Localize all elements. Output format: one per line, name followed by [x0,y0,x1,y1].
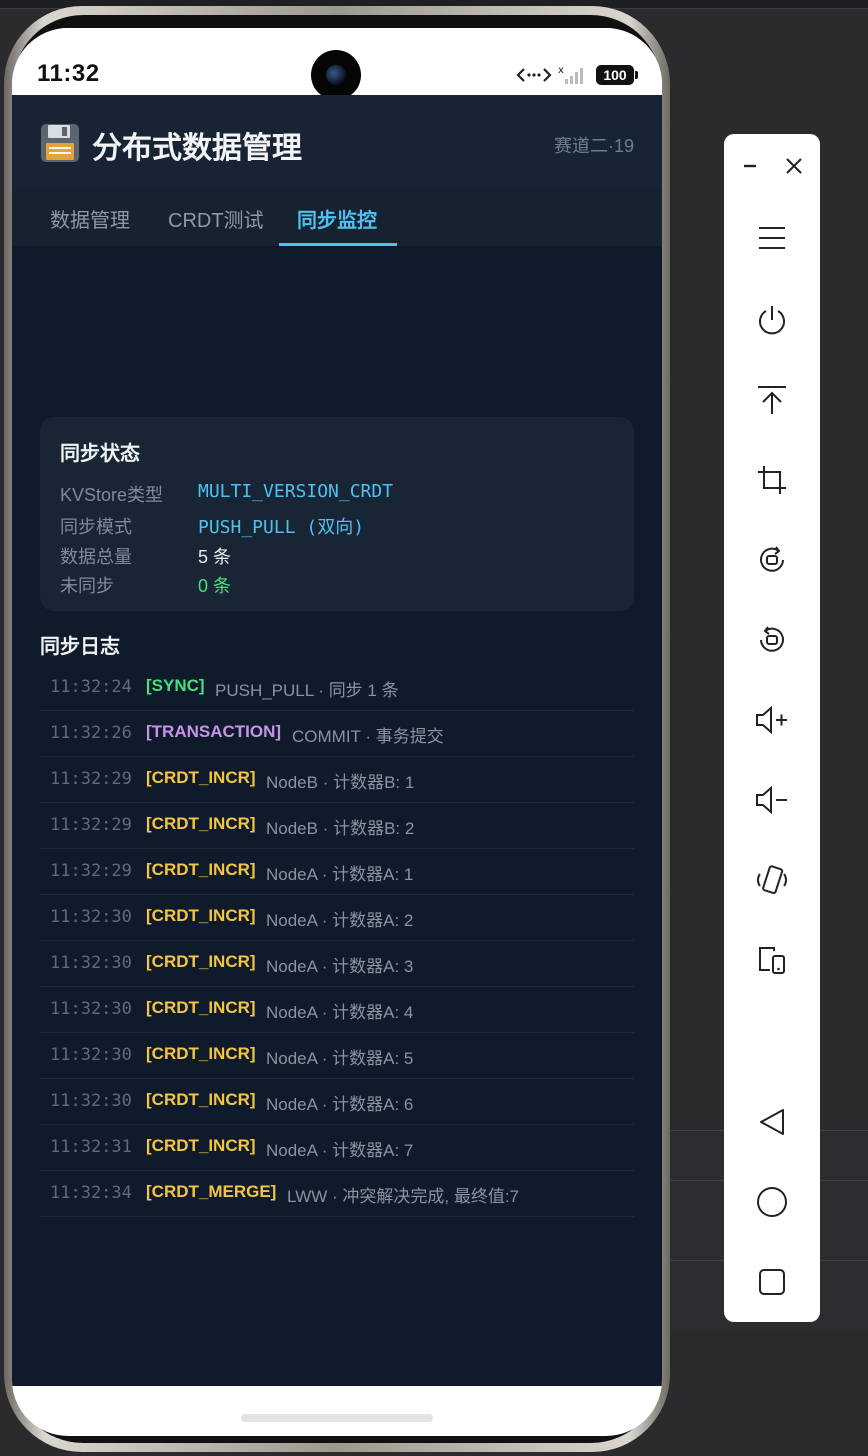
status-time: 11:32 [37,60,100,87]
log-entry: 11:32:30 [CRDT_INCR] NodeA · 计数器A: 3 [40,941,634,987]
log-entry: 11:32:30 [CRDT_INCR] NodeA · 计数器A: 4 [40,987,634,1033]
log-tag: [CRDT_INCR] [146,906,256,925]
log-tag: [TRANSACTION] [146,722,282,741]
crop-icon[interactable] [750,458,794,502]
app-subtitle: 赛道二·19 [553,136,634,156]
log-message: NodeA · 计数器A: 7 [266,1141,414,1160]
log-time: 11:32:30 [50,999,132,1019]
log-time: 11:32:29 [50,861,132,881]
log-tag: [CRDT_INCR] [146,1090,256,1109]
log-entry: 11:32:29 [CRDT_INCR] NodeA · 计数器A: 1 [40,849,634,895]
status-bar: 11:32 x 100 [12,28,662,100]
minimize-icon[interactable] [728,144,772,188]
log-message: NodeA · 计数器A: 3 [266,957,414,976]
log-time: 11:32:30 [50,907,132,927]
tab-data-management[interactable]: 数据管理 [50,204,130,233]
log-tag: [CRDT_INCR] [146,998,256,1017]
log-entry: 11:32:31 [CRDT_INCR] NodeA · 计数器A: 7 [40,1125,634,1171]
log-tag: [CRDT_INCR] [146,952,256,971]
sync-log-list: 11:32:24 [SYNC] PUSH_PULL · 同步 1 条 11:32:26… [40,665,634,1217]
floppy-disk-icon [41,124,79,162]
sync-status-card: 同步状态 KVStore类型 MULTI_VERSION_CRDT 同步模式 P… [40,417,634,611]
log-message: COMMIT · 事务提交 [292,727,444,746]
front-camera [311,50,361,100]
close-icon[interactable] [772,144,816,188]
kvstore-type-value: MULTI_VERSION_CRDT [198,481,394,502]
log-entry: 11:32:29 [CRDT_INCR] NodeB · 计数器B: 2 [40,803,634,849]
home-indicator[interactable] [241,1414,433,1422]
log-message: NodeB · 计数器B: 2 [266,819,415,838]
unsynced-value: 0 条 [198,576,232,596]
log-time: 11:32:26 [50,723,132,743]
active-tab-indicator [279,243,397,246]
battery-icon: 100 [596,65,638,85]
log-message: NodeA · 计数器A: 6 [266,1095,414,1114]
data-total-label: 数据总量 [60,547,132,567]
log-tag: [CRDT_INCR] [146,860,256,879]
signal-icon: x [558,65,583,84]
back-icon[interactable] [750,1100,794,1144]
sync-mode-value: PUSH_PULL (双向) [198,517,365,538]
log-tag: [CRDT_INCR] [146,814,256,833]
shake-icon[interactable] [750,858,794,902]
sync-status-title: 同步状态 [60,443,140,465]
log-entry: 11:32:30 [CRDT_INCR] NodeA · 计数器A: 2 [40,895,634,941]
recents-icon[interactable] [750,1260,794,1304]
log-tag: [CRDT_INCR] [146,1136,256,1155]
log-message: NodeB · 计数器B: 1 [266,773,415,792]
log-time: 11:32:24 [50,677,132,697]
power-icon[interactable] [750,298,794,342]
log-time: 11:32:31 [50,1137,132,1157]
log-entry: 11:32:34 [CRDT_MERGE] LWW · 冲突解决完成, 最终值:7 [40,1171,634,1217]
log-message: LWW · 冲突解决完成, 最终值:7 [287,1187,520,1206]
volume-down-icon[interactable] [750,778,794,822]
phone-screen: 11:32 x 100 分布式数据管理 赛道二·19 数据管理 CRDT测试 同… [12,28,662,1436]
log-tag: [SYNC] [146,676,205,695]
log-message: NodeA · 计数器A: 1 [266,865,414,884]
log-tag: [CRDT_INCR] [146,1044,256,1063]
rotate-alt-icon[interactable] [750,618,794,662]
log-time: 11:32:34 [50,1183,132,1203]
log-message: NodeA · 计数器A: 5 [266,1049,414,1068]
log-time: 11:32:29 [50,815,132,835]
network-transfer-icon [516,68,552,82]
log-message: PUSH_PULL · 同步 1 条 [215,681,399,700]
log-entry: 11:32:30 [CRDT_INCR] NodeA · 计数器A: 5 [40,1033,634,1079]
app-root: 分布式数据管理 赛道二·19 数据管理 CRDT测试 同步监控 同步状态 KVS… [12,95,662,1386]
log-entry: 11:32:29 [CRDT_INCR] NodeB · 计数器B: 1 [40,757,634,803]
log-time: 11:32:30 [50,1091,132,1111]
log-tag: [CRDT_MERGE] [146,1182,277,1201]
rotate-icon[interactable] [750,538,794,582]
log-entry: 11:32:26 [TRANSACTION] COMMIT · 事务提交 [40,711,634,757]
unsynced-label: 未同步 [60,576,114,596]
emulator-toolbar [724,134,820,1322]
log-time: 11:32:29 [50,769,132,789]
log-time: 11:32:30 [50,1045,132,1065]
log-message: NodeA · 计数器A: 4 [266,1003,414,1022]
pin-top-icon[interactable] [750,378,794,422]
log-tag: [CRDT_INCR] [146,768,256,787]
app-header: 分布式数据管理 赛道二·19 [12,95,662,190]
log-message: NodeA · 计数器A: 2 [266,911,414,930]
app-title: 分布式数据管理 [92,132,302,165]
volume-up-icon[interactable] [750,698,794,742]
home-icon[interactable] [750,1180,794,1224]
sync-mode-label: 同步模式 [60,517,132,537]
svg-text:x: x [558,65,564,76]
tab-bar: 数据管理 CRDT测试 同步监控 [12,190,662,246]
battery-level: 100 [596,65,634,85]
menu-icon[interactable] [750,216,794,260]
status-icons: x 100 [516,64,638,86]
sync-log-title: 同步日志 [40,636,120,658]
tab-crdt-test[interactable]: CRDT测试 [168,204,264,233]
log-entry: 11:32:24 [SYNC] PUSH_PULL · 同步 1 条 [40,665,634,711]
data-total-value: 5 条 [198,547,232,567]
log-time: 11:32:30 [50,953,132,973]
tab-sync-monitor[interactable]: 同步监控 [297,204,377,233]
log-entry: 11:32:30 [CRDT_INCR] NodeA · 计数器A: 6 [40,1079,634,1125]
multi-device-icon[interactable] [750,938,794,982]
kvstore-type-label: KVStore类型 [60,485,164,505]
